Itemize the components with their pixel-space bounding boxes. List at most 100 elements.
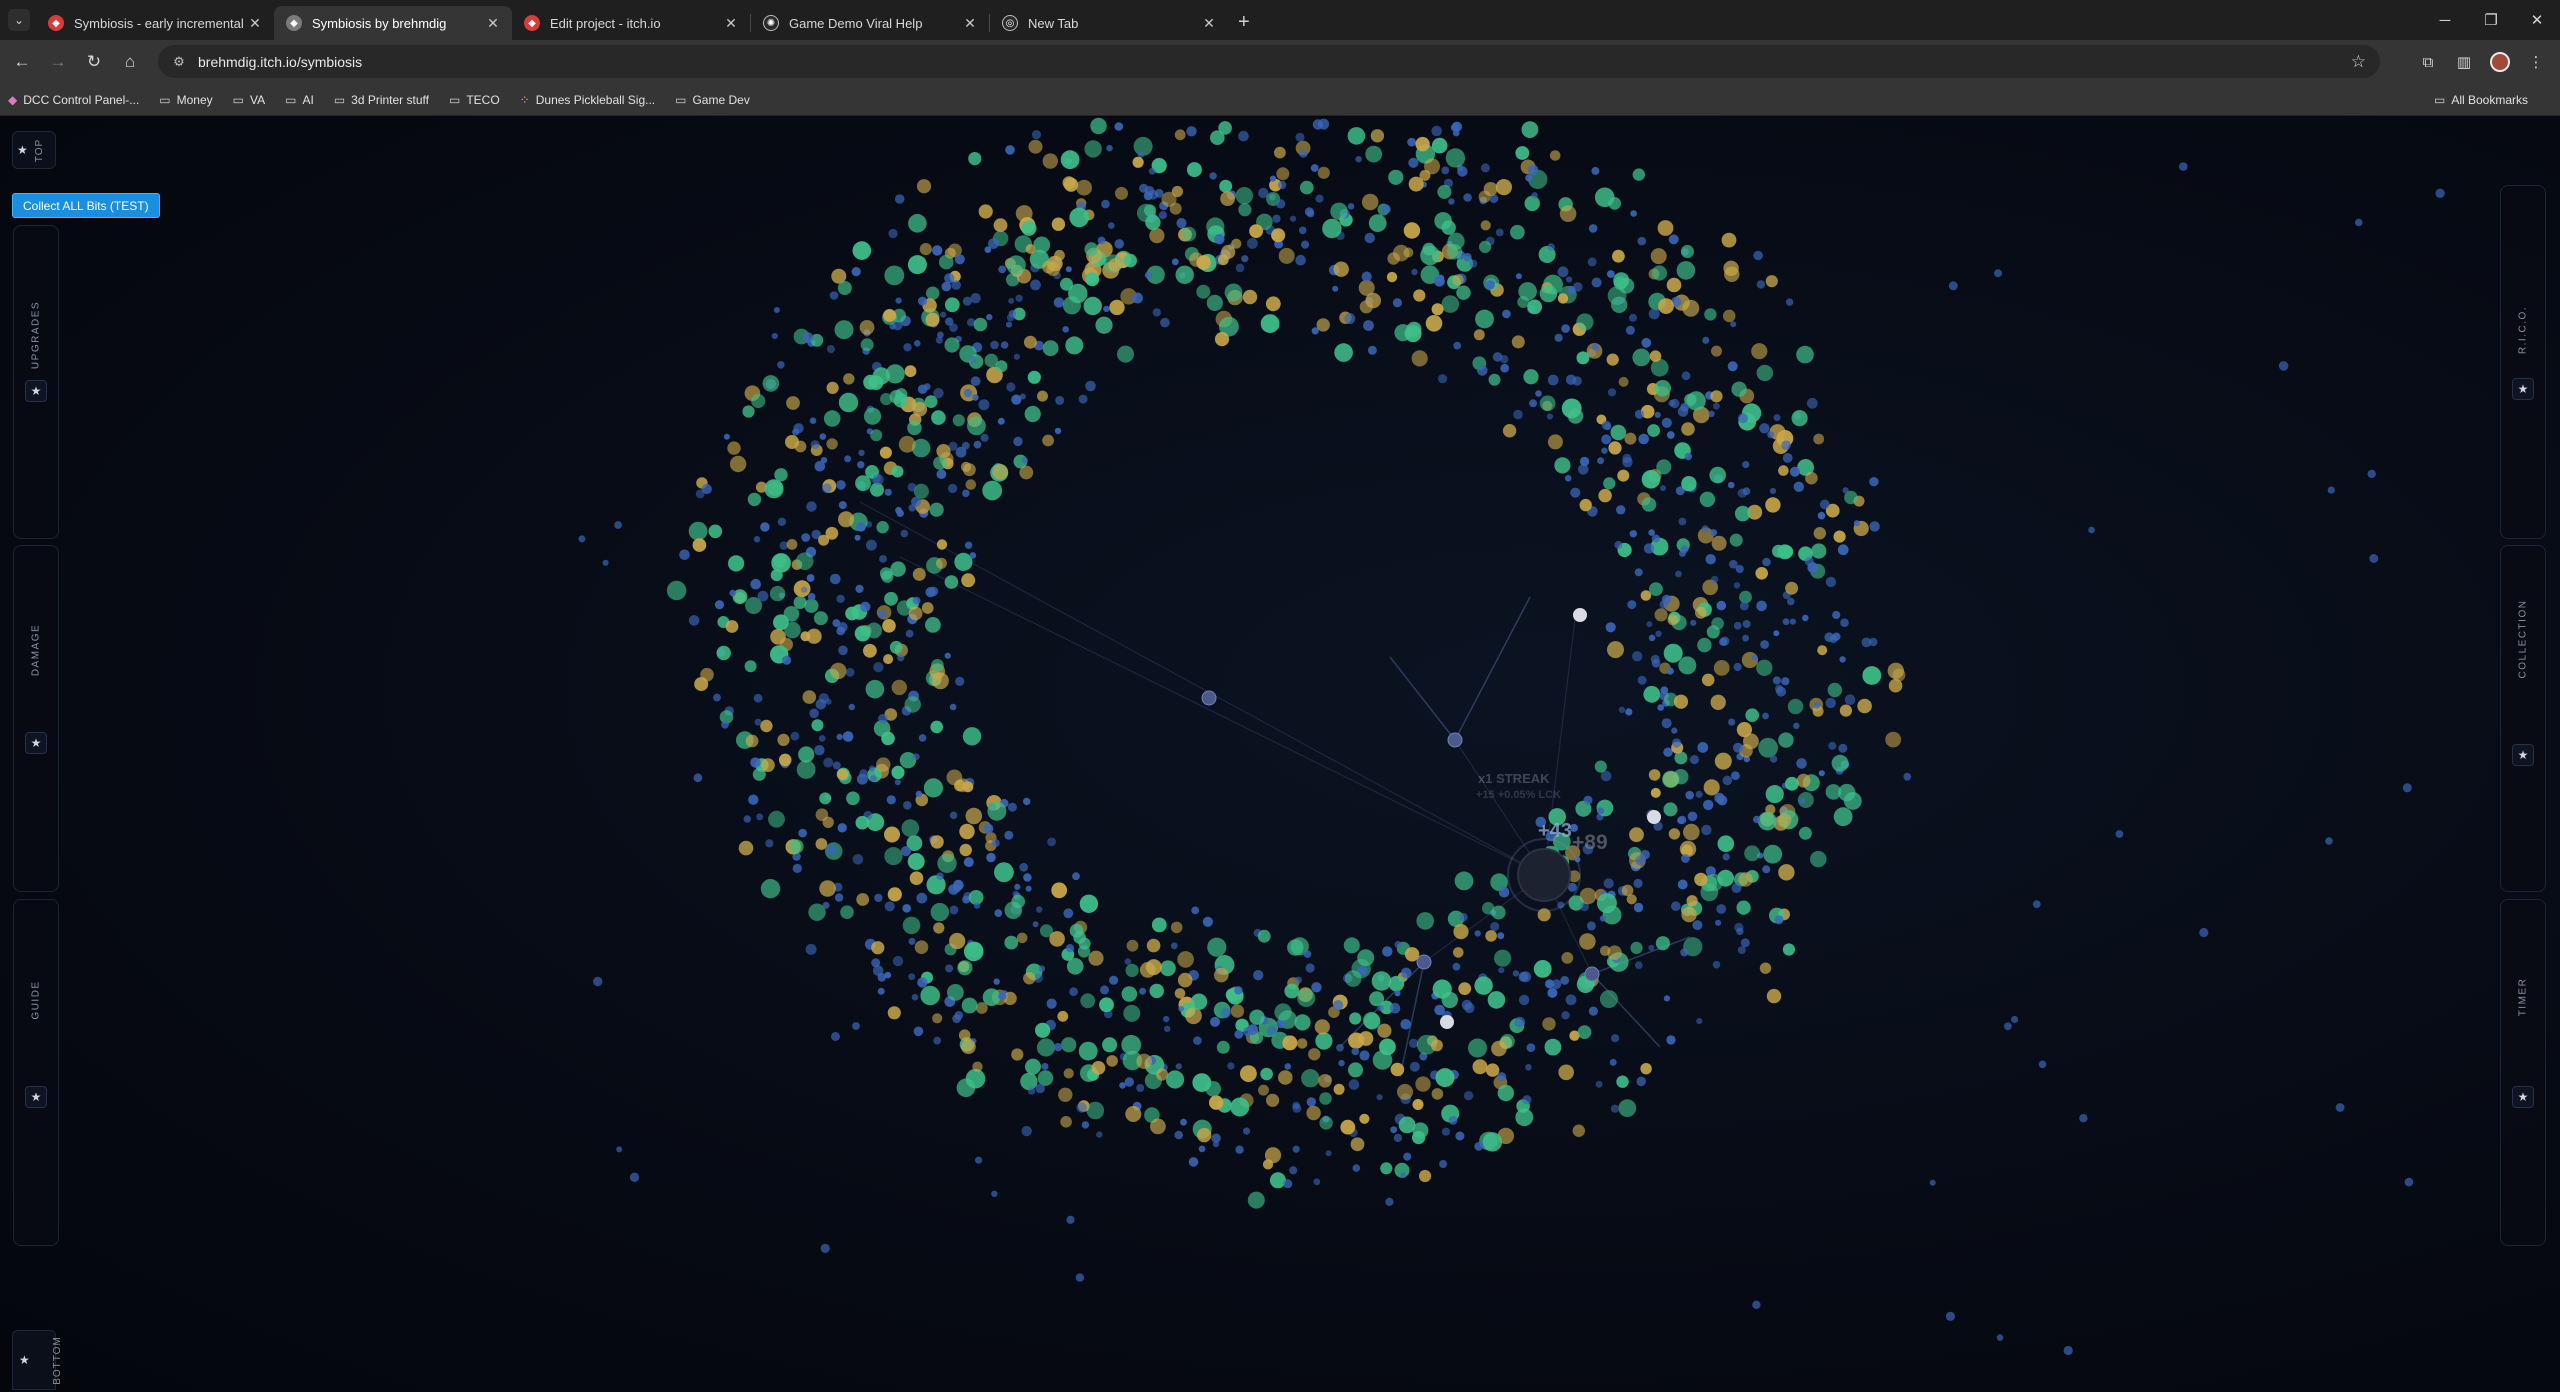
- bit-particle: [1838, 743, 1848, 753]
- bit-particle: [1180, 1118, 1187, 1126]
- bit-particle: [975, 1156, 983, 1164]
- bit-particle: [1561, 324, 1570, 333]
- bit-particle: [2335, 1103, 2345, 1112]
- star-icon[interactable]: ★: [25, 1086, 47, 1108]
- streak-text: x1 STREAK: [1478, 771, 1550, 786]
- upgrades-panel[interactable]: UPGRADES ★: [13, 225, 59, 539]
- bit-particle: [1547, 987, 1558, 998]
- close-tab-icon[interactable]: ✕: [484, 15, 502, 32]
- star-icon[interactable]: ★: [2512, 378, 2534, 400]
- bookmark-item[interactable]: ◆ DCC Control Panel-...: [8, 93, 139, 107]
- bookmark-folder[interactable]: ▭ AI: [285, 93, 314, 107]
- bookmark-folder[interactable]: ▭ 3d Printer stuff: [334, 93, 429, 107]
- bit-particle: [1205, 1081, 1221, 1097]
- all-bookmarks-button[interactable]: ▭ All Bookmarks: [2434, 93, 2528, 107]
- bit-particle: [1500, 363, 1510, 373]
- bit-particle: [679, 549, 690, 561]
- side-panel-icon[interactable]: ▥: [2446, 53, 2482, 71]
- star-icon[interactable]: ★: [25, 732, 47, 754]
- close-window-icon[interactable]: ✕: [2514, 0, 2560, 40]
- guide-panel[interactable]: GUIDE ★: [13, 899, 59, 1246]
- bit-particle: [838, 501, 847, 510]
- bottom-button[interactable]: ★ BOTTOM: [12, 1330, 63, 1390]
- bit-particle: [940, 311, 947, 318]
- bit-particle: [837, 768, 849, 780]
- close-tab-icon[interactable]: ✕: [961, 15, 979, 32]
- bit-particle: [1240, 1065, 1257, 1082]
- bookmark-folder[interactable]: ▭ VA: [233, 93, 265, 107]
- bit-particle: [1565, 994, 1577, 1006]
- tab-search-button[interactable]: ⌄: [8, 9, 30, 31]
- bit-particle: [1146, 938, 1161, 953]
- tab-3[interactable]: ✺ Game Demo Viral Help ✕: [751, 6, 989, 40]
- bit-particle: [994, 909, 1003, 917]
- star-icon[interactable]: ★: [2512, 1086, 2534, 1108]
- bit-particle: [891, 765, 905, 780]
- bit-particle: [748, 794, 759, 805]
- bookmark-star-icon[interactable]: ☆: [2351, 52, 2366, 72]
- tab-2[interactable]: ◆ Edit project - itch.io ✕: [512, 6, 750, 40]
- close-tab-icon[interactable]: ✕: [246, 15, 264, 32]
- site-info-icon[interactable]: ⚙: [168, 54, 190, 70]
- bit-particle: [1297, 988, 1316, 1008]
- bit-particle: [760, 522, 770, 532]
- url-bar[interactable]: ⚙ brehmdig.itch.io/symbiosis ☆: [158, 45, 2380, 78]
- game-canvas[interactable]: ★ TOP Collect ALL Bits (TEST) UPGRADES ★…: [0, 117, 2560, 1392]
- tab-0[interactable]: ◆ Symbiosis - early incremental c ✕: [36, 6, 274, 40]
- extensions-icon[interactable]: ⧉: [2410, 54, 2446, 71]
- collection-panel[interactable]: COLLECTION ★: [2500, 545, 2546, 892]
- bit-particle: [1525, 1064, 1532, 1071]
- bit-particle: [616, 1146, 623, 1153]
- particle-field[interactable]: [0, 117, 2560, 1392]
- back-icon[interactable]: ←: [4, 52, 40, 72]
- bit-particle: [964, 541, 973, 549]
- bit-particle: [857, 461, 865, 469]
- bookmark-item[interactable]: ⁘ Dunes Pickleball Sig...: [520, 93, 655, 107]
- bit-particle: [1793, 722, 1800, 729]
- bit-particle: [761, 758, 775, 772]
- profile-avatar[interactable]: [2490, 52, 2510, 72]
- timer-panel[interactable]: TIMER ★: [2500, 899, 2546, 1246]
- forward-icon[interactable]: →: [40, 52, 76, 72]
- bit-particle: [978, 399, 990, 411]
- bit-particle: [1599, 915, 1606, 922]
- menu-icon[interactable]: ⋮: [2518, 53, 2554, 71]
- tab-4[interactable]: ◎ New Tab ✕: [990, 6, 1228, 40]
- bit-particle: [1690, 619, 1697, 626]
- damage-panel[interactable]: DAMAGE ★: [13, 545, 59, 892]
- bit-particle: [1711, 345, 1722, 357]
- new-tab-icon[interactable]: +: [1238, 11, 1250, 34]
- bit-particle: [917, 977, 928, 988]
- tab-1[interactable]: ◆ Symbiosis by brehmdig ✕: [274, 6, 512, 40]
- bit-particle: [879, 555, 887, 563]
- bit-particle: [887, 1006, 901, 1020]
- home-icon[interactable]: ⌂: [112, 52, 148, 72]
- bit-particle: [778, 753, 792, 767]
- bit-particle: [1238, 203, 1252, 217]
- bit-particle: [1731, 381, 1747, 397]
- reload-icon[interactable]: ↻: [76, 52, 112, 72]
- star-icon[interactable]: ★: [25, 380, 47, 402]
- bit-particle: [1651, 534, 1660, 543]
- top-button[interactable]: ★ TOP: [12, 131, 56, 169]
- restore-icon[interactable]: ❐: [2468, 0, 2514, 40]
- bit-particle: [1295, 254, 1306, 266]
- bookmark-folder[interactable]: ▭ TECO: [449, 93, 500, 107]
- collect-all-bits-button[interactable]: Collect ALL Bits (TEST): [12, 193, 160, 218]
- bit-particle: [1776, 686, 1787, 697]
- bit-particle: [1441, 1127, 1451, 1136]
- rico-panel[interactable]: R.I.C.O. ★: [2500, 185, 2546, 539]
- close-tab-icon[interactable]: ✕: [1200, 15, 1218, 32]
- bit-particle: [1126, 939, 1139, 952]
- bit-particle: [1021, 457, 1028, 464]
- minimize-icon[interactable]: ─: [2422, 0, 2468, 40]
- star-icon[interactable]: ★: [2512, 744, 2534, 766]
- bit-particle: [914, 940, 929, 954]
- bit-particle: [1066, 1215, 1075, 1224]
- bit-particle: [1214, 967, 1229, 983]
- bookmark-folder[interactable]: ▭ Money: [159, 93, 212, 107]
- bit-particle: [1765, 275, 1778, 288]
- bookmark-folder[interactable]: ▭ Game Dev: [675, 93, 750, 107]
- bit-particle: [802, 690, 817, 704]
- close-tab-icon[interactable]: ✕: [722, 15, 740, 32]
